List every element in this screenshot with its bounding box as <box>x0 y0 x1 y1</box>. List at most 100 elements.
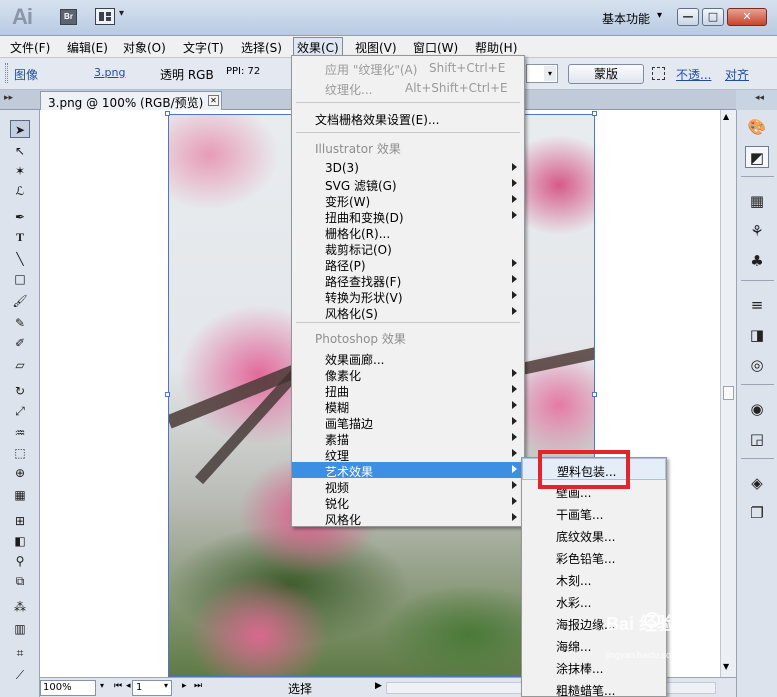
menu-item-blur[interactable]: 模糊 <box>292 398 524 415</box>
menu-item-sharpen[interactable]: 锐化 <box>292 494 524 511</box>
mesh-tool-icon[interactable]: ⊞ <box>10 512 30 530</box>
minimize-button[interactable]: — <box>677 8 699 26</box>
bounding-box-handle[interactable] <box>165 111 170 116</box>
menu-item-stylize-photoshop[interactable]: 风格化 <box>292 510 524 527</box>
slice-tool-icon[interactable]: ⟋ <box>10 666 30 684</box>
perspective-grid-tool-icon[interactable]: ▦ <box>10 486 30 504</box>
menu-item-watercolor[interactable]: 水彩... <box>522 590 666 612</box>
menu-item-apply-last-effect[interactable]: 应用 "纹理化"(A) Shift+Ctrl+E <box>292 60 524 77</box>
zoom-field[interactable]: 100% <box>40 680 96 696</box>
shape-builder-tool-icon[interactable]: ⊕ <box>10 464 30 482</box>
lasso-tool-icon[interactable]: ℒ <box>10 182 30 200</box>
scale-tool-icon[interactable]: ⤢ <box>10 402 30 420</box>
bounding-box-handle[interactable] <box>165 392 170 397</box>
chevron-down-icon[interactable]: ▾ <box>100 681 104 690</box>
menu-item-path[interactable]: 路径(P) <box>292 256 524 273</box>
status-menu-icon[interactable]: ▶ <box>375 681 382 691</box>
bridge-icon[interactable]: Br <box>60 9 77 25</box>
blob-brush-tool-icon[interactable]: ✐ <box>10 334 30 352</box>
paintbrush-tool-icon[interactable]: 🖌 <box>10 292 30 310</box>
gradient-icon[interactable]: ◨ <box>745 324 769 346</box>
column-graph-tool-icon[interactable]: ▥ <box>10 620 30 638</box>
pen-tool-icon[interactable]: ✒ <box>10 208 30 226</box>
menu-item-rough-pastels[interactable]: 粗糙蜡笔... <box>522 678 666 697</box>
bounding-box-handle[interactable] <box>592 111 597 116</box>
stroke-icon[interactable]: ≡ <box>745 294 769 316</box>
chevron-down-icon[interactable]: ▾ <box>119 8 124 19</box>
chevron-down-icon[interactable]: ▾ <box>657 10 662 21</box>
artboards-icon[interactable]: ❐ <box>745 502 769 524</box>
opacity-combo[interactable]: ▾ <box>526 64 558 83</box>
line-tool-icon[interactable]: ╲ <box>10 250 30 268</box>
eraser-tool-icon[interactable]: ▱ <box>10 356 30 374</box>
menu-item-pixelate[interactable]: 像素化 <box>292 366 524 383</box>
previous-artboard-icon[interactable]: ◂ <box>126 681 131 691</box>
menu-item-crop-marks[interactable]: 裁剪标记(O) <box>292 240 524 257</box>
gradient-tool-icon[interactable]: ◧ <box>10 532 30 550</box>
arrange-documents-icon[interactable] <box>95 8 115 25</box>
free-transform-tool-icon[interactable]: ⬚ <box>10 444 30 462</box>
graphic-styles-icon[interactable]: ◲ <box>745 428 769 450</box>
menu-item-dry-brush[interactable]: 干画笔... <box>522 502 666 524</box>
menu-item-artistic[interactable]: 艺术效果 <box>292 462 524 479</box>
menu-item-distort[interactable]: 扭曲 <box>292 382 524 399</box>
document-tab[interactable]: 3.png @ 100% (RGB/预览) ✕ <box>40 91 222 110</box>
menu-item-pathfinder[interactable]: 路径查找器(F) <box>292 272 524 289</box>
menu-item-stylize-illustrator[interactable]: 风格化(S) <box>292 304 524 321</box>
transform-icon[interactable] <box>652 67 665 80</box>
mask-button[interactable]: 蒙版 <box>568 64 644 84</box>
rotate-tool-icon[interactable]: ↻ <box>10 382 30 400</box>
symbol-sprayer-tool-icon[interactable]: ⁂ <box>10 598 30 616</box>
menu-edit[interactable]: 编辑(E) <box>67 39 108 56</box>
scrollbar-thumb[interactable] <box>723 386 734 400</box>
menu-type[interactable]: 文字(T) <box>183 39 224 56</box>
blend-tool-icon[interactable]: ⧉ <box>10 572 30 590</box>
linked-file-link[interactable]: 3.png <box>94 66 125 79</box>
menu-item-underpainting[interactable]: 底纹效果... <box>522 524 666 546</box>
scroll-down-icon[interactable]: ▼ <box>723 662 729 671</box>
artboard-tool-icon[interactable]: ⌗ <box>10 644 30 662</box>
transparency-icon[interactable]: ◎ <box>745 354 769 376</box>
color-palette-icon[interactable]: 🎨 <box>745 116 769 138</box>
menu-item-video[interactable]: 视频 <box>292 478 524 495</box>
vertical-scrollbar[interactable]: ▲ ▼ <box>720 110 736 677</box>
eyedropper-tool-icon[interactable]: ⚲ <box>10 552 30 570</box>
menu-item-warp[interactable]: 变形(W) <box>292 192 524 209</box>
color-guide-icon[interactable]: ◩ <box>745 146 769 168</box>
menu-item-sketch[interactable]: 素描 <box>292 430 524 447</box>
chevron-down-icon[interactable]: ▾ <box>544 66 556 81</box>
menu-file[interactable]: 文件(F) <box>10 39 50 56</box>
menu-item-brush-strokes[interactable]: 画笔描边 <box>292 414 524 431</box>
layers-icon[interactable]: ◈ <box>745 472 769 494</box>
menu-item-cutout[interactable]: 木刻... <box>522 568 666 590</box>
maximize-button[interactable]: □ <box>702 8 724 26</box>
collapse-icon[interactable]: ▸▸ <box>4 93 13 103</box>
menu-item-effect-gallery[interactable]: 效果画廊... <box>292 350 524 367</box>
menu-item-colored-pencil[interactable]: 彩色铅笔... <box>522 546 666 568</box>
menu-item-raster-settings[interactable]: 文档栅格效果设置(E)... <box>292 110 524 127</box>
menu-select[interactable]: 选择(S) <box>241 39 282 56</box>
menu-item-distort-transform[interactable]: 扭曲和变换(D) <box>292 208 524 225</box>
menu-window[interactable]: 窗口(W) <box>413 39 458 56</box>
appearance-icon[interactable]: ◉ <box>745 398 769 420</box>
last-artboard-icon[interactable]: ⏭ <box>194 681 202 691</box>
direct-selection-tool-icon[interactable]: ↖ <box>10 142 30 160</box>
close-button[interactable]: ✕ <box>727 8 767 26</box>
bounding-box-handle[interactable] <box>592 392 597 397</box>
menu-view[interactable]: 视图(V) <box>355 39 397 56</box>
pencil-tool-icon[interactable]: ✎ <box>10 314 30 332</box>
status-text[interactable]: 选择 <box>288 680 312 697</box>
menu-item-convert-to-shape[interactable]: 转换为形状(V) <box>292 288 524 305</box>
first-artboard-icon[interactable]: ⏮ <box>114 681 122 691</box>
close-icon[interactable]: ✕ <box>208 95 219 106</box>
workspace-switcher[interactable]: 基本功能 <box>602 10 650 27</box>
scroll-up-icon[interactable]: ▲ <box>723 112 729 121</box>
magic-wand-tool-icon[interactable]: ✶ <box>10 162 30 180</box>
type-tool-icon[interactable]: T <box>10 228 30 246</box>
opacity-link[interactable]: 不透... <box>676 66 711 83</box>
symbols-icon[interactable]: ♣ <box>745 250 769 272</box>
menu-item-rasterize[interactable]: 栅格化(R)... <box>292 224 524 241</box>
menu-item-texture[interactable]: 纹理 <box>292 446 524 463</box>
selection-tool-icon[interactable]: ➤ <box>10 120 30 138</box>
next-artboard-icon[interactable]: ▸ <box>182 681 187 691</box>
